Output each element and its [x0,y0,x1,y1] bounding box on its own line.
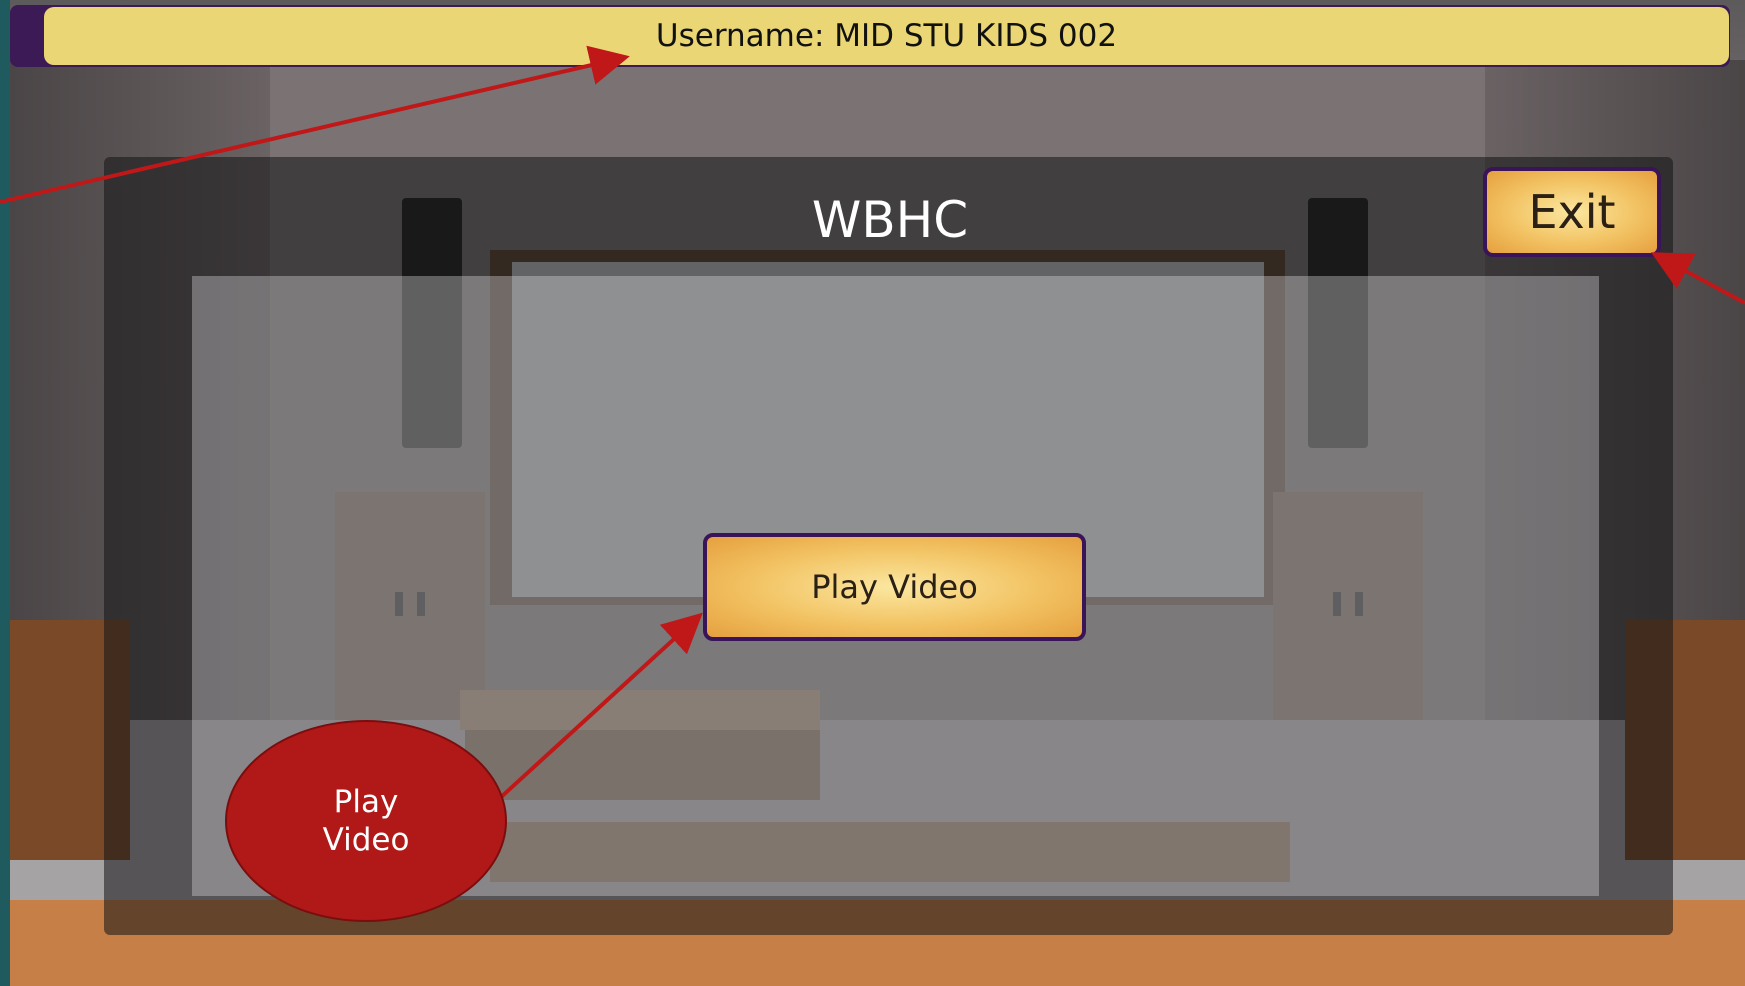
callout-line-1: Play [333,784,399,820]
play-video-button[interactable]: Play Video [703,533,1086,641]
dialog-title: WBHC [811,191,969,249]
username-label: Username: MID STU KIDS 002 [655,18,1118,54]
header-bar: Username: MID STU KIDS 002 [44,7,1729,65]
exit-button[interactable]: Exit [1483,167,1661,257]
callout-line-2: Video [322,822,410,858]
play-video-callout: Play Video [225,720,507,922]
